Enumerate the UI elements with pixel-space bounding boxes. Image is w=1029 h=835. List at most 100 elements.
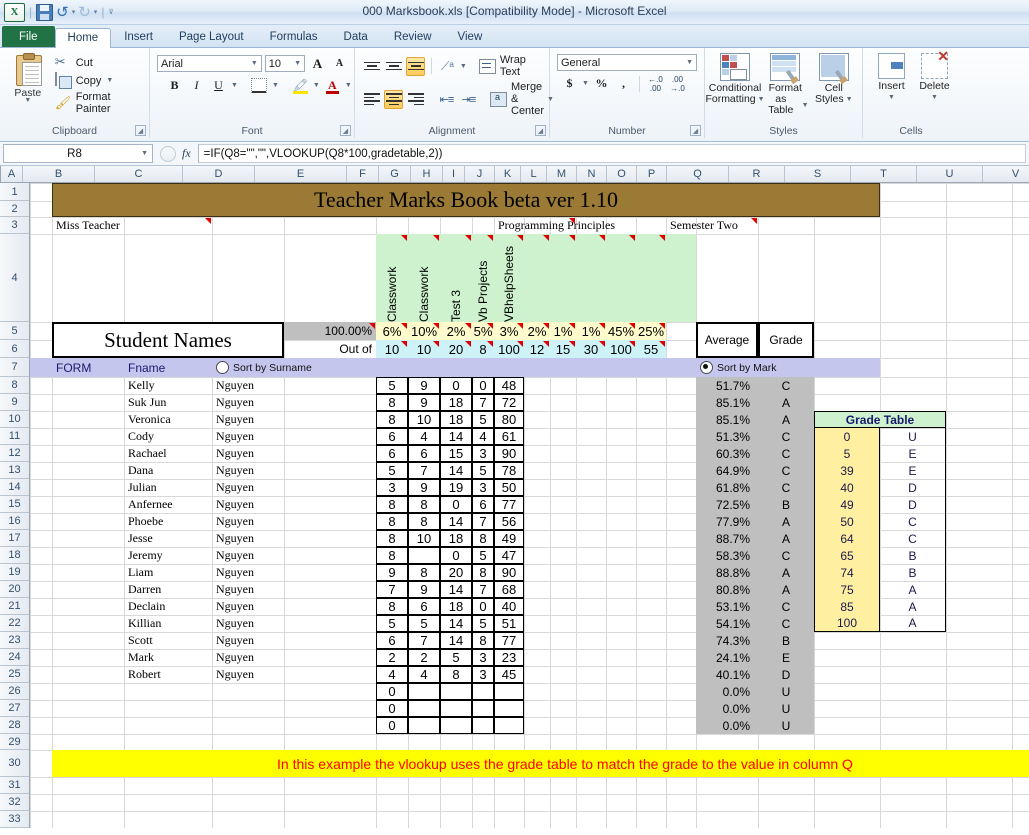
row-header-31[interactable]: 31: [0, 777, 29, 794]
font-name-combo[interactable]: Arial ▼: [157, 55, 262, 72]
column-header-K[interactable]: K: [495, 166, 521, 182]
grade-table-value[interactable]: 64: [814, 530, 880, 547]
subject-cell[interactable]: Programming Principles: [494, 217, 636, 234]
student-surname[interactable]: Nguyen: [212, 496, 284, 513]
average-cell[interactable]: 88.7%: [696, 530, 758, 547]
row-header-8[interactable]: 8: [0, 377, 29, 394]
mark-cell-empty[interactable]: [494, 683, 524, 700]
mark-cell[interactable]: 8: [472, 564, 494, 581]
assessment-title-6[interactable]: [524, 234, 550, 322]
grade-cell[interactable]: C: [758, 547, 814, 564]
tab-home[interactable]: Home: [54, 28, 112, 48]
sort-by-surname-radio[interactable]: Sort by Surname: [212, 358, 408, 377]
align-left-button[interactable]: [362, 90, 381, 109]
row-header-20[interactable]: 20: [0, 581, 29, 598]
average-cell[interactable]: 74.3%: [696, 632, 758, 649]
average-cell[interactable]: 80.8%: [696, 581, 758, 598]
tab-file[interactable]: File: [2, 26, 55, 47]
assessment-title-4[interactable]: Vb Projects: [472, 234, 494, 322]
row-header-4[interactable]: 4: [0, 234, 29, 322]
student-fname[interactable]: Rachael: [124, 445, 212, 462]
grade-cell[interactable]: B: [758, 632, 814, 649]
mark-cell[interactable]: 40: [494, 598, 524, 615]
row-header-14[interactable]: 14: [0, 479, 29, 496]
student-fname[interactable]: Mark: [124, 649, 212, 666]
mark-cell-empty[interactable]: [440, 700, 472, 717]
grade-table-grade[interactable]: U: [880, 428, 946, 445]
assessment-title-5[interactable]: VBhelpSheets: [494, 234, 524, 322]
mark-cell[interactable]: 77: [494, 496, 524, 513]
mark-cell[interactable]: 0: [472, 377, 494, 394]
tab-page-layout[interactable]: Page Layout: [166, 27, 257, 47]
column-header-R[interactable]: R: [729, 166, 785, 182]
mark-cell[interactable]: 5: [376, 462, 408, 479]
mark-cell-empty[interactable]: [494, 700, 524, 717]
format-painter-button[interactable]: 🖌 Format Painter: [55, 91, 144, 115]
mark-cell[interactable]: 78: [494, 462, 524, 479]
grade-cell[interactable]: C: [758, 479, 814, 496]
percent-style-button[interactable]: %: [592, 74, 611, 93]
sort-by-mark-radio[interactable]: Sort by Mark: [696, 358, 880, 377]
tab-view[interactable]: View: [445, 27, 496, 47]
row-header-7[interactable]: 7: [0, 358, 29, 377]
mark-cell[interactable]: 0: [376, 700, 408, 717]
grade-cell[interactable]: U: [758, 683, 814, 700]
mark-cell[interactable]: 61: [494, 428, 524, 445]
column-header-O[interactable]: O: [607, 166, 637, 182]
chevron-down-icon[interactable]: ▼: [251, 60, 258, 67]
student-fname[interactable]: Declain: [124, 598, 212, 615]
grade-cell[interactable]: U: [758, 717, 814, 734]
radio-circle-icon[interactable]: [216, 361, 229, 374]
student-fname[interactable]: Darren: [124, 581, 212, 598]
mark-cell[interactable]: 6: [376, 428, 408, 445]
grade-table-grade[interactable]: A: [880, 598, 946, 615]
number-format-combo[interactable]: General ▼: [557, 54, 697, 71]
average-cell[interactable]: 64.9%: [696, 462, 758, 479]
student-surname[interactable]: Nguyen: [212, 462, 284, 479]
grade-table-grade[interactable]: C: [880, 530, 946, 547]
ribbon-tab-strip[interactable]: File Home Insert Page Layout Formulas Da…: [0, 25, 1029, 48]
orientation-button[interactable]: ⟋ᵃ: [438, 57, 457, 76]
orientation-dropdown-icon[interactable]: ▼: [460, 63, 467, 70]
align-middle-button[interactable]: [384, 57, 403, 76]
row-header-21[interactable]: 21: [0, 598, 29, 615]
mark-cell[interactable]: 23: [494, 649, 524, 666]
row-header-column[interactable]: 1 2 3 4 5 6 7 8 9 10 11 12 13 14 15 16 17 18 19 20 21 22 23 24 2…: [0, 183, 30, 828]
mark-cell[interactable]: 8: [376, 530, 408, 547]
mark-cell[interactable]: 3: [376, 479, 408, 496]
chevron-down-icon[interactable]: ▼: [294, 60, 301, 67]
mark-cell[interactable]: 0: [472, 598, 494, 615]
mark-cell[interactable]: 6: [408, 445, 440, 462]
mark-cell[interactable]: 7: [408, 632, 440, 649]
mark-cell[interactable]: 5: [472, 462, 494, 479]
row-header-33[interactable]: 33: [0, 811, 29, 828]
increase-decimal-button[interactable]: ←.0.00: [646, 74, 665, 93]
student-surname[interactable]: Nguyen: [212, 411, 284, 428]
assessment-title-7[interactable]: [550, 234, 576, 322]
grade-table-value[interactable]: 39: [814, 462, 880, 479]
column-header-H[interactable]: H: [411, 166, 443, 182]
mark-cell[interactable]: 51: [494, 615, 524, 632]
average-cell[interactable]: 54.1%: [696, 615, 758, 632]
grade-cell[interactable]: C: [758, 428, 814, 445]
grade-table-value[interactable]: 50: [814, 513, 880, 530]
mark-cell[interactable]: 7: [408, 462, 440, 479]
row-header-26[interactable]: 26: [0, 683, 29, 700]
alignment-dialog-launcher-icon[interactable]: ◢: [535, 125, 546, 136]
select-all-corner[interactable]: [0, 166, 1, 182]
mark-cell[interactable]: 90: [494, 445, 524, 462]
mark-cell[interactable]: 3: [472, 666, 494, 683]
row-header-2[interactable]: 2: [0, 201, 29, 217]
column-header-M[interactable]: M: [547, 166, 577, 182]
italic-button[interactable]: I: [187, 76, 206, 95]
mark-cell[interactable]: 47: [494, 547, 524, 564]
grade-table-value[interactable]: 85: [814, 598, 880, 615]
student-surname[interactable]: Nguyen: [212, 581, 284, 598]
fx-icon[interactable]: fx: [182, 146, 191, 161]
mark-cell[interactable]: 7: [472, 581, 494, 598]
paste-dropdown-icon[interactable]: ▼: [24, 97, 31, 104]
mark-cell[interactable]: 49: [494, 530, 524, 547]
mark-cell[interactable]: 5: [472, 615, 494, 632]
column-header-G[interactable]: G: [379, 166, 411, 182]
average-cell[interactable]: 60.3%: [696, 445, 758, 462]
